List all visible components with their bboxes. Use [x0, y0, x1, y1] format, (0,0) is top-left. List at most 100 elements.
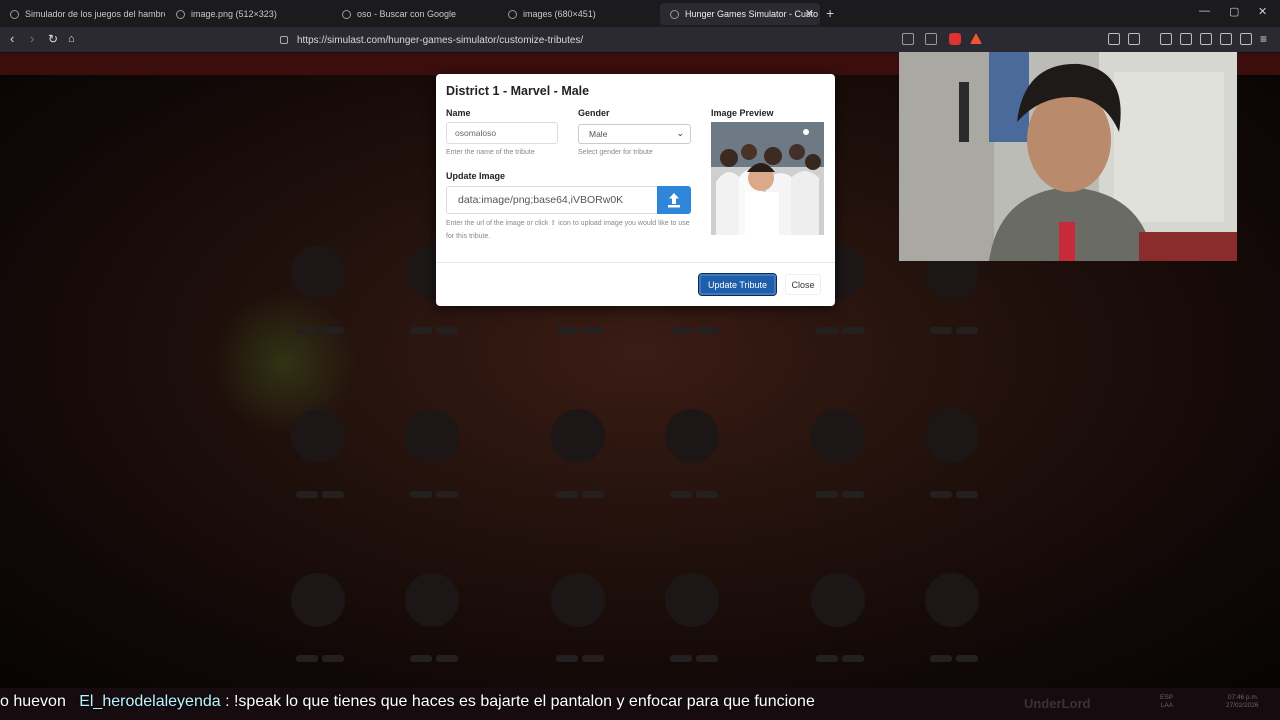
tribute-button-placeholder — [436, 655, 458, 662]
tribute-avatar-placeholder — [925, 409, 979, 463]
tribute-button-placeholder — [930, 491, 952, 498]
tribute-button-placeholder — [410, 655, 432, 662]
image-url-input[interactable]: data:image/png;base64,iVBORw0K — [446, 186, 657, 214]
vpn-icon[interactable] — [1240, 33, 1252, 45]
globe-icon — [508, 9, 517, 19]
tribute-button-placeholder — [582, 327, 604, 334]
tribute-button-placeholder — [842, 655, 864, 662]
back-icon[interactable]: ‹ — [10, 32, 14, 46]
image-help: Enter the url of the image or click ⇧ ic… — [446, 220, 690, 240]
google-icon — [342, 9, 351, 19]
address-bar[interactable]: https://simulast.com/hunger-games-simula… — [272, 31, 992, 49]
tribute-button-placeholder — [436, 327, 458, 334]
tribute-button-placeholder — [556, 491, 578, 498]
new-tab-button[interactable]: + — [826, 5, 834, 21]
close-tab-icon[interactable]: ✕ — [805, 7, 814, 20]
name-label: Name — [446, 108, 471, 118]
upload-icon — [668, 193, 680, 208]
tab-simulador[interactable]: Simulador de los juegos del hambre — [0, 3, 165, 25]
tribute-button-placeholder — [322, 327, 344, 334]
tribute-button-placeholder — [556, 327, 578, 334]
brave-shield-icon[interactable] — [949, 33, 961, 45]
chat-message: o huevon El_herodelaleyenda : !speak lo … — [0, 693, 815, 710]
tribute-avatar-placeholder — [925, 573, 979, 627]
tab-images[interactable]: images (680×451) — [498, 3, 658, 25]
reload-icon[interactable]: ↻ — [48, 32, 58, 46]
tab-image-png[interactable]: image.png (512×323) — [166, 3, 331, 25]
tribute-button-placeholder — [956, 327, 978, 334]
tribute-avatar-placeholder — [551, 573, 605, 627]
extensions-icon[interactable] — [1108, 33, 1120, 45]
image-preview — [711, 122, 824, 235]
sidebar-icon[interactable] — [1128, 33, 1140, 45]
music-icon[interactable] — [1160, 33, 1172, 45]
tribute-button-placeholder — [582, 491, 604, 498]
customize-tribute-modal: District 1 - Marvel - Male Name osomalos… — [436, 74, 835, 306]
lock-icon — [280, 36, 288, 44]
translate-icon[interactable] — [902, 33, 914, 45]
tribute-button-placeholder — [436, 491, 458, 498]
tribute-button-placeholder — [696, 491, 718, 498]
chat-faint-name: UnderLord — [1024, 696, 1091, 711]
tribute-avatar-placeholder — [405, 573, 459, 627]
share-icon[interactable] — [925, 33, 937, 45]
maximize-icon[interactable]: ▢ — [1229, 5, 1239, 18]
tab-google-search[interactable]: oso - Buscar con Google — [332, 3, 497, 25]
globe-icon — [10, 9, 19, 19]
tab-hunger-games[interactable]: Hunger Games Simulator - Custo ✕ — [660, 3, 820, 25]
tribute-avatar-placeholder — [405, 409, 459, 463]
modal-title: District 1 - Marvel - Male — [446, 84, 590, 98]
ai-icon[interactable] — [1220, 33, 1232, 45]
tribute-button-placeholder — [556, 655, 578, 662]
tribute-photo — [711, 122, 824, 235]
upload-small-icon: ⇧ — [550, 220, 557, 227]
gender-help: Select gender for tribute — [578, 149, 653, 156]
tribute-avatar-placeholder — [291, 573, 345, 627]
tribute-button-placeholder — [930, 655, 952, 662]
tribute-button-placeholder — [410, 327, 432, 334]
tribute-button-placeholder — [842, 491, 864, 498]
tribute-button-placeholder — [670, 491, 692, 498]
minimize-icon[interactable]: — — [1199, 5, 1210, 17]
wallet-icon[interactable] — [1200, 33, 1212, 45]
tribute-avatar-placeholder — [291, 409, 345, 463]
tribute-avatar-placeholder — [551, 409, 605, 463]
browser-tab-bar: Simulador de los juegos del hambre image… — [0, 0, 1280, 27]
chevron-down-icon: ⌄ — [676, 128, 684, 138]
webcam-image — [899, 52, 1237, 261]
name-input[interactable]: osomaloso — [446, 122, 558, 144]
tribute-button-placeholder — [670, 655, 692, 662]
gender-label: Gender — [578, 108, 610, 118]
chat-username: El_herodelaleyenda — [79, 693, 221, 710]
update-tribute-button[interactable]: Update Tribute — [698, 273, 777, 296]
tribute-button-placeholder — [410, 491, 432, 498]
webcam-overlay — [899, 52, 1237, 261]
tribute-button-placeholder — [956, 655, 978, 662]
tribute-button-placeholder — [322, 491, 344, 498]
tribute-button-placeholder — [296, 327, 318, 334]
home-icon[interactable]: ⌂ — [68, 32, 75, 46]
tribute-avatar-placeholder — [811, 573, 865, 627]
chat-ticker: o huevon El_herodelaleyenda : !speak lo … — [0, 688, 1280, 720]
close-button[interactable]: Close — [785, 274, 821, 295]
gender-select[interactable]: Male ⌄ — [578, 124, 691, 144]
tribute-button-placeholder — [582, 655, 604, 662]
close-icon[interactable]: ✕ — [1258, 5, 1267, 18]
language-indicator: ESP LAA — [1160, 694, 1174, 709]
reading-list-icon[interactable] — [1180, 33, 1192, 45]
globe-icon — [176, 9, 185, 19]
tribute-avatar-placeholder — [811, 409, 865, 463]
tribute-avatar-placeholder — [291, 245, 345, 299]
tribute-button-placeholder — [670, 327, 692, 334]
system-clock: 07:46 p.m. 27/02/2026 — [1226, 694, 1259, 709]
browser-nav-bar: ‹ › ↻ ⌂ https://simulast.com/hunger-game… — [0, 27, 1280, 53]
tribute-button-placeholder — [296, 491, 318, 498]
tribute-button-placeholder — [930, 327, 952, 334]
rewards-icon[interactable] — [970, 33, 982, 44]
upload-button[interactable] — [657, 186, 691, 214]
menu-icon[interactable]: ≡ — [1260, 32, 1267, 46]
forward-icon[interactable]: › — [30, 32, 34, 46]
tribute-button-placeholder — [696, 327, 718, 334]
name-help: Enter the name of the tribute — [446, 149, 535, 156]
tribute-button-placeholder — [956, 491, 978, 498]
